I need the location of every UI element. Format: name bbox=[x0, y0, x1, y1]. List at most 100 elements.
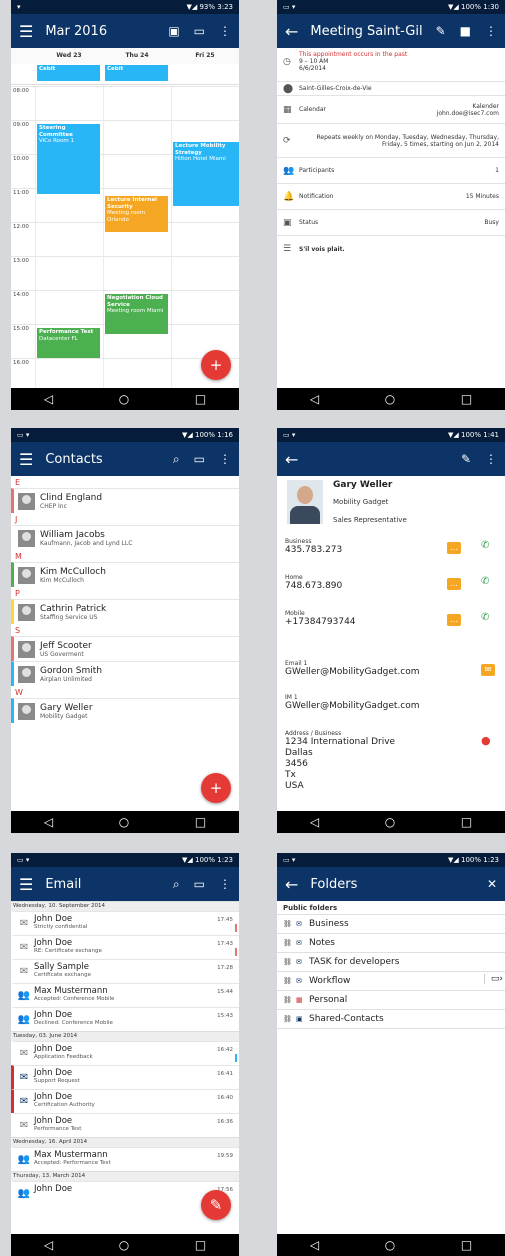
compose-button[interactable]: ✎ bbox=[201, 1190, 231, 1220]
recents-icon[interactable]: □ bbox=[461, 815, 472, 829]
home-icon[interactable]: ○ bbox=[119, 815, 129, 829]
event-block[interactable]: Lecture Mobility Strategy Hilton Hotel Mi… bbox=[173, 142, 239, 206]
allday-event[interactable]: Cebit bbox=[105, 65, 168, 81]
back-icon[interactable]: ◁ bbox=[310, 1238, 319, 1252]
mobile-phone-field[interactable]: Mobile +17384793744 bbox=[285, 610, 499, 628]
location-row[interactable]: ⬤ Saint-Gilles-Croix-de-Vie bbox=[277, 82, 505, 96]
recents-icon[interactable]: □ bbox=[461, 1238, 472, 1252]
home-icon[interactable]: ○ bbox=[385, 815, 395, 829]
back-arrow-icon[interactable]: ← bbox=[285, 875, 298, 894]
back-icon[interactable]: ◁ bbox=[44, 815, 53, 829]
folder-item[interactable]: ⛓ ✉ Notes bbox=[277, 934, 505, 953]
allday-event[interactable]: Cebit bbox=[37, 65, 100, 81]
im-field[interactable]: IM 1 GWeller@MobilityGadget.com bbox=[285, 694, 499, 712]
back-arrow-icon[interactable]: ← bbox=[285, 450, 298, 469]
edit-icon[interactable]: ✎ bbox=[461, 452, 471, 466]
sync-off-icon[interactable]: ⛓ bbox=[283, 939, 293, 947]
hour-label: 09:00 bbox=[13, 122, 29, 128]
back-icon[interactable]: ◁ bbox=[310, 392, 319, 406]
email-field[interactable]: Email 1 GWeller@MobilityGadget.com bbox=[285, 660, 499, 678]
email-row[interactable]: 👥 John Doe Declined: Conference Mobile 15:4… bbox=[11, 1007, 239, 1031]
square-icon[interactable]: ■ bbox=[460, 24, 471, 38]
contact-row[interactable]: Gordon Smith Airplan Unlimited bbox=[11, 661, 239, 686]
event-block[interactable]: Steering Committee ViCo Room 1 bbox=[37, 124, 100, 194]
email-row[interactable]: ✉ Sally Sample Certificate exchange 17:28 bbox=[11, 959, 239, 983]
menu-icon[interactable]: ☰ bbox=[19, 22, 33, 41]
contact-row[interactable]: Clind England CHEP Inc bbox=[11, 488, 239, 513]
email-row[interactable]: ✉ John Doe Support Request 16:41 bbox=[11, 1065, 239, 1089]
more-icon[interactable]: ⋮ bbox=[219, 452, 231, 466]
sync-off-icon[interactable]: ⛓ bbox=[283, 996, 293, 1004]
home-icon[interactable]: ○ bbox=[119, 1238, 129, 1252]
sync-off-icon[interactable]: ⛓ bbox=[283, 977, 293, 985]
phone-icon[interactable]: ✆ bbox=[481, 540, 489, 551]
day-header[interactable]: Wed 23 bbox=[35, 48, 103, 64]
home-icon[interactable]: ○ bbox=[385, 392, 395, 406]
sync-off-icon[interactable]: ⛓ bbox=[283, 1015, 293, 1023]
back-icon[interactable]: ◁ bbox=[310, 815, 319, 829]
more-icon[interactable]: ⋮ bbox=[219, 24, 231, 38]
email-row[interactable]: 👥 Max Mustermann Accepted: Performance Tes… bbox=[11, 1147, 239, 1171]
move-folder-icon[interactable]: ▭› bbox=[483, 974, 503, 984]
email-sender: Max Mustermann bbox=[34, 1150, 108, 1160]
email-row[interactable]: ✉ John Doe Certification Authority 16:40 bbox=[11, 1089, 239, 1113]
contact-row[interactable]: Gary Weller Mobility Gadget bbox=[11, 698, 239, 723]
event-block[interactable]: Lecture Internal Security Meeting room Or… bbox=[105, 196, 168, 232]
more-icon[interactable]: ⋮ bbox=[485, 452, 497, 466]
recents-icon[interactable]: □ bbox=[461, 392, 472, 406]
event-block[interactable]: Negotiation Cloud Service Meeting room Mi… bbox=[105, 294, 168, 334]
home-icon[interactable]: ○ bbox=[119, 392, 129, 406]
day-header[interactable]: Thu 24 bbox=[103, 48, 171, 64]
folder-icon[interactable]: ▭ bbox=[194, 877, 205, 891]
mail-icon[interactable]: ✉ bbox=[481, 664, 495, 676]
message-icon[interactable]: … bbox=[447, 578, 461, 590]
contact-row[interactable]: Jeff Scooter US Goverment bbox=[11, 636, 239, 661]
email-row[interactable]: ✉ John Doe RE: Certificate exchange 17:43 bbox=[11, 935, 239, 959]
contact-row[interactable]: William Jacobs Kaufmann, Jacob and Lynd L… bbox=[11, 525, 239, 550]
message-icon[interactable]: … bbox=[447, 614, 461, 626]
folder-item[interactable]: ⛓ ✉ Business bbox=[277, 915, 505, 934]
business-phone-field[interactable]: Business 435.783.273 bbox=[285, 538, 499, 556]
sync-off-icon[interactable]: ⛓ bbox=[283, 958, 293, 966]
email-row[interactable]: ✉ John Doe Application Feedback 16:42 bbox=[11, 1041, 239, 1065]
map-pin-icon[interactable]: ● bbox=[481, 734, 491, 747]
add-contact-button[interactable]: + bbox=[201, 773, 231, 803]
recents-icon[interactable]: □ bbox=[195, 392, 206, 406]
close-icon[interactable]: ✕ bbox=[487, 877, 497, 891]
folder-item[interactable]: ⛓ ▣ Shared-Contacts bbox=[277, 1010, 505, 1029]
search-icon[interactable]: ⌕ bbox=[173, 452, 180, 467]
folder-icon[interactable]: ▭ bbox=[194, 24, 205, 38]
folder-item[interactable]: ⛓ ✉ TASK for developers bbox=[277, 953, 505, 972]
search-icon[interactable]: ⌕ bbox=[173, 877, 180, 892]
home-icon[interactable]: ○ bbox=[385, 1238, 395, 1252]
folder-icon[interactable]: ▭ bbox=[194, 452, 205, 466]
edit-icon[interactable]: ✎ bbox=[436, 24, 446, 38]
folder-item[interactable]: ⛓ ▦ Personal bbox=[277, 991, 505, 1010]
email-row[interactable]: ✉ John Doe Strictly confidential 17:45 bbox=[11, 911, 239, 935]
today-icon[interactable]: ▣ bbox=[168, 24, 179, 38]
more-icon[interactable]: ⋮ bbox=[485, 24, 497, 38]
day-header[interactable]: Fri 25 bbox=[171, 48, 239, 64]
message-icon[interactable]: … bbox=[447, 542, 461, 554]
phone-icon[interactable]: ✆ bbox=[481, 576, 489, 587]
participants-row[interactable]: 👥 Participants 1 bbox=[277, 158, 505, 184]
sync-off-icon[interactable]: ⛓ bbox=[283, 920, 293, 928]
menu-icon[interactable]: ☰ bbox=[19, 875, 33, 894]
email-row[interactable]: ✉ John Doe Performance Test 16:36 bbox=[11, 1113, 239, 1137]
home-phone-field[interactable]: Home 748.673.890 bbox=[285, 574, 499, 592]
add-event-button[interactable]: + bbox=[201, 350, 231, 380]
folder-item[interactable]: ⛓ ✉ Workflow ▭› bbox=[277, 972, 505, 991]
contact-row[interactable]: Cathrin Patrick Staffing Service US bbox=[11, 599, 239, 624]
back-arrow-icon[interactable]: ← bbox=[285, 22, 298, 41]
contact-row[interactable]: Kim McCulloch Kim McCulloch bbox=[11, 562, 239, 587]
address-field[interactable]: Address / Business 1234 International Dr… bbox=[285, 730, 499, 792]
recents-icon[interactable]: □ bbox=[195, 815, 206, 829]
phone-icon[interactable]: ✆ bbox=[481, 612, 489, 623]
menu-icon[interactable]: ☰ bbox=[19, 450, 33, 469]
recents-icon[interactable]: □ bbox=[195, 1238, 206, 1252]
event-block[interactable]: Performance Test Datacenter FL bbox=[37, 328, 100, 358]
back-icon[interactable]: ◁ bbox=[44, 392, 53, 406]
email-row[interactable]: 👥 Max Mustermann Accepted: Conference Mobi… bbox=[11, 983, 239, 1007]
more-icon[interactable]: ⋮ bbox=[219, 877, 231, 891]
back-icon[interactable]: ◁ bbox=[44, 1238, 53, 1252]
